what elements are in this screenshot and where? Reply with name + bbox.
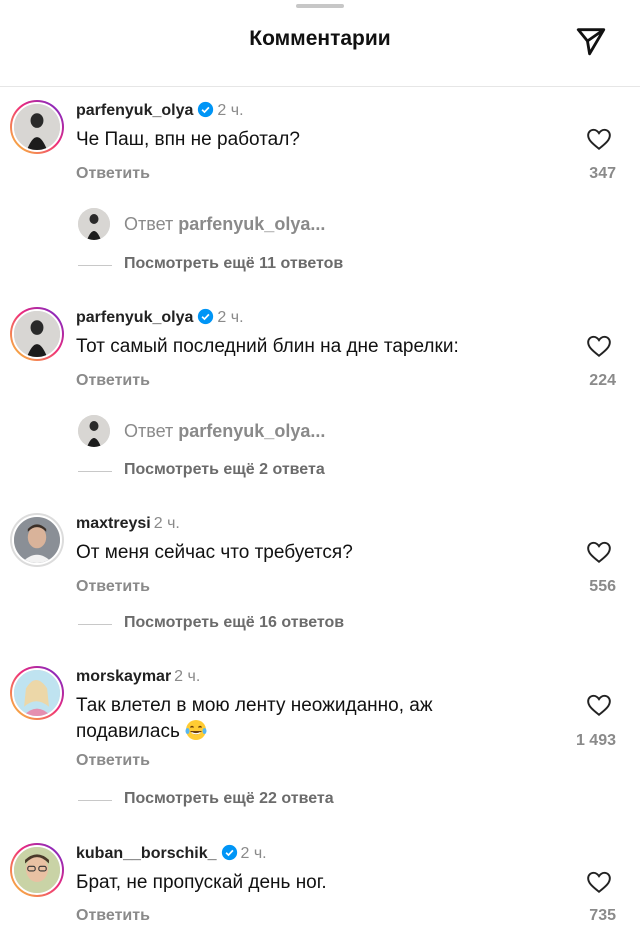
- avatar-photo: [12, 102, 62, 152]
- tears-of-joy-emoji-icon: [185, 720, 207, 740]
- avatar: [78, 208, 110, 240]
- page-title: Комментарии: [249, 27, 391, 50]
- thread-reply-preview[interactable]: Ответ parfenyuk_olya...: [78, 415, 478, 449]
- reply-button[interactable]: Ответить: [76, 165, 150, 183]
- reply-username: parfenyuk_olya...: [178, 214, 326, 234]
- like-count: 735: [589, 907, 616, 924]
- comment-meta: morskaymar 2 ч.: [76, 667, 200, 687]
- heart-icon[interactable]: [586, 870, 612, 894]
- heart-icon[interactable]: [586, 334, 612, 358]
- timestamp: 2 ч.: [174, 668, 201, 685]
- avatar[interactable]: [10, 513, 64, 567]
- reply-button[interactable]: Ответить: [76, 578, 150, 596]
- thread-reply-label: Ответ parfenyuk_olya...: [124, 214, 325, 235]
- view-more-replies[interactable]: Посмотреть ещё 16 ответов: [78, 614, 498, 634]
- username[interactable]: maxtreysi: [76, 515, 151, 532]
- comment-text: От меня сейчас что требуется?: [76, 542, 353, 563]
- username[interactable]: parfenyuk_olya: [76, 102, 193, 119]
- comment-text: Так влетел в мою ленту неожиданно, аж по…: [76, 693, 516, 744]
- comment-text: Брат, не пропускай день ног.: [76, 872, 327, 893]
- heart-icon[interactable]: [586, 693, 612, 717]
- avatar-photo: [12, 309, 62, 359]
- reply-username: parfenyuk_olya...: [178, 421, 326, 441]
- like-count: 1 493: [575, 732, 616, 749]
- avatar-photo: [12, 515, 62, 565]
- reply-button[interactable]: Ответить: [76, 752, 150, 770]
- view-more-replies[interactable]: Посмотреть ещё 22 ответа: [78, 790, 498, 810]
- thread-reply-preview[interactable]: Ответ parfenyuk_olya...: [78, 208, 478, 242]
- username[interactable]: morskaymar: [76, 668, 171, 685]
- reply-button[interactable]: Ответить: [76, 372, 150, 390]
- avatar[interactable]: [10, 307, 64, 361]
- avatar-photo: [12, 668, 62, 718]
- comment-meta: parfenyuk_olya 2 ч.: [76, 308, 244, 328]
- like-count: 347: [589, 165, 616, 182]
- heart-icon[interactable]: [586, 540, 612, 564]
- timestamp: 2 ч.: [217, 102, 244, 119]
- reply-prefix: Ответ: [124, 421, 174, 441]
- divider: [78, 265, 112, 266]
- verified-badge-icon: [221, 844, 237, 861]
- divider: [78, 471, 112, 472]
- view-more-replies[interactable]: Посмотреть ещё 11 ответов: [78, 255, 498, 275]
- comment-meta: kuban__borschik_ 2 ч.: [76, 844, 267, 864]
- reply-prefix: Ответ: [124, 214, 174, 234]
- like-count: 556: [589, 578, 616, 595]
- reply-button[interactable]: Ответить: [76, 907, 150, 925]
- timestamp: 2 ч.: [217, 309, 244, 326]
- avatar: [78, 415, 110, 447]
- paper-plane-icon[interactable]: [574, 24, 608, 58]
- avatar[interactable]: [10, 100, 64, 154]
- avatar[interactable]: [10, 666, 64, 720]
- timestamp: 2 ч.: [240, 845, 267, 862]
- view-more-replies-label[interactable]: Посмотреть ещё 22 ответа: [124, 790, 334, 808]
- avatar-photo: [12, 845, 62, 895]
- comment-meta: maxtreysi 2 ч.: [76, 514, 180, 534]
- avatar[interactable]: [10, 843, 64, 897]
- view-more-replies[interactable]: Посмотреть ещё 2 ответа: [78, 461, 498, 481]
- divider: [78, 800, 112, 801]
- username[interactable]: parfenyuk_olya: [76, 309, 193, 326]
- timestamp: 2 ч.: [153, 515, 180, 532]
- username[interactable]: kuban__borschik_: [76, 845, 217, 862]
- comment-text-content: Так влетел в мою ленту неожиданно, аж по…: [76, 695, 433, 742]
- comments-header: Комментарии: [0, 0, 640, 87]
- verified-badge-icon: [198, 308, 214, 325]
- comment-text: Тот самый последний блин на дне тарелки:: [76, 336, 459, 357]
- view-more-replies-label[interactable]: Посмотреть ещё 11 ответов: [124, 255, 343, 273]
- comment-text: Че Паш, впн не работал?: [76, 129, 300, 150]
- comment-meta: parfenyuk_olya 2 ч.: [76, 101, 244, 121]
- thread-reply-label: Ответ parfenyuk_olya...: [124, 421, 325, 442]
- like-count: 224: [589, 372, 616, 389]
- view-more-replies-label[interactable]: Посмотреть ещё 2 ответа: [124, 461, 325, 479]
- heart-icon[interactable]: [586, 127, 612, 151]
- divider: [78, 624, 112, 625]
- view-more-replies-label[interactable]: Посмотреть ещё 16 ответов: [124, 614, 344, 632]
- verified-badge-icon: [198, 101, 214, 118]
